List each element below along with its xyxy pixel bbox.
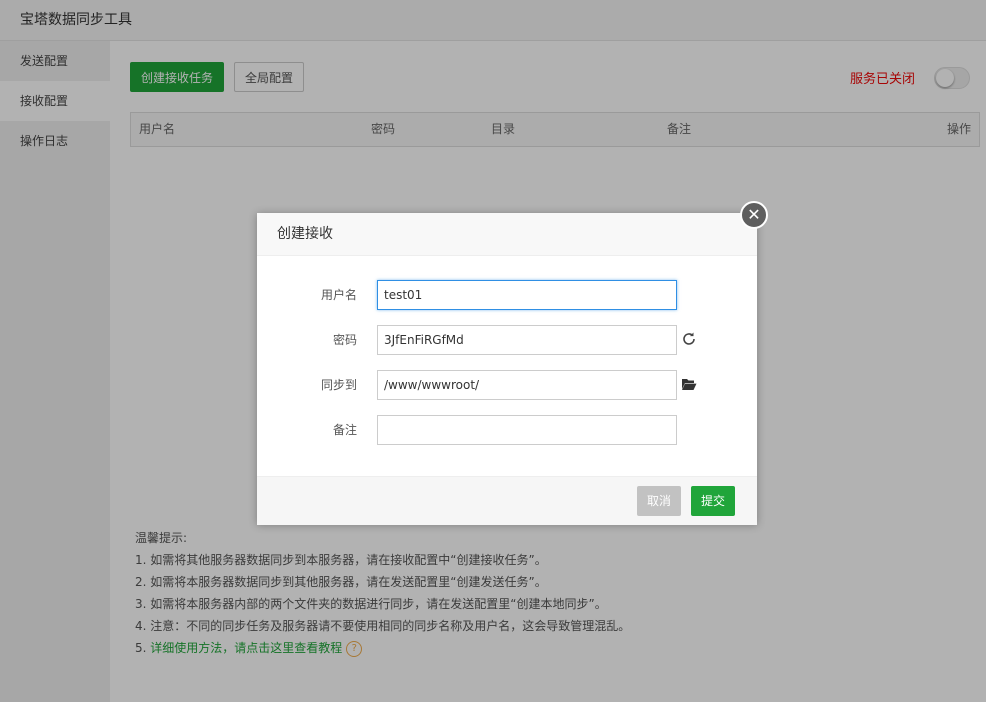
submit-button[interactable]: 提交: [691, 486, 736, 516]
form-row-sync-to: 同步到: [257, 370, 757, 400]
username-label: 用户名: [320, 288, 357, 302]
remark-input[interactable]: [377, 415, 677, 445]
dialog-footer: 取消 提交: [257, 476, 757, 525]
refresh-icon[interactable]: [681, 331, 697, 347]
sync-to-input[interactable]: [377, 370, 677, 400]
sync-to-label: 同步到: [320, 378, 357, 392]
password-input[interactable]: [377, 325, 677, 355]
close-icon[interactable]: ✕: [740, 201, 768, 229]
folder-open-icon[interactable]: [681, 376, 697, 392]
form-row-remark: 备注: [257, 415, 757, 445]
cancel-button[interactable]: 取消: [637, 486, 682, 516]
create-receive-dialog: 创建接收 ✕ 用户名 密码 同步到 备注 取消 提交: [257, 201, 768, 525]
username-input[interactable]: [377, 280, 677, 310]
form-row-username: 用户名: [257, 280, 757, 310]
password-label: 密码: [332, 333, 357, 347]
form-row-password: 密码: [257, 325, 757, 355]
remark-label: 备注: [332, 423, 357, 437]
dialog-title: 创建接收: [257, 213, 757, 256]
